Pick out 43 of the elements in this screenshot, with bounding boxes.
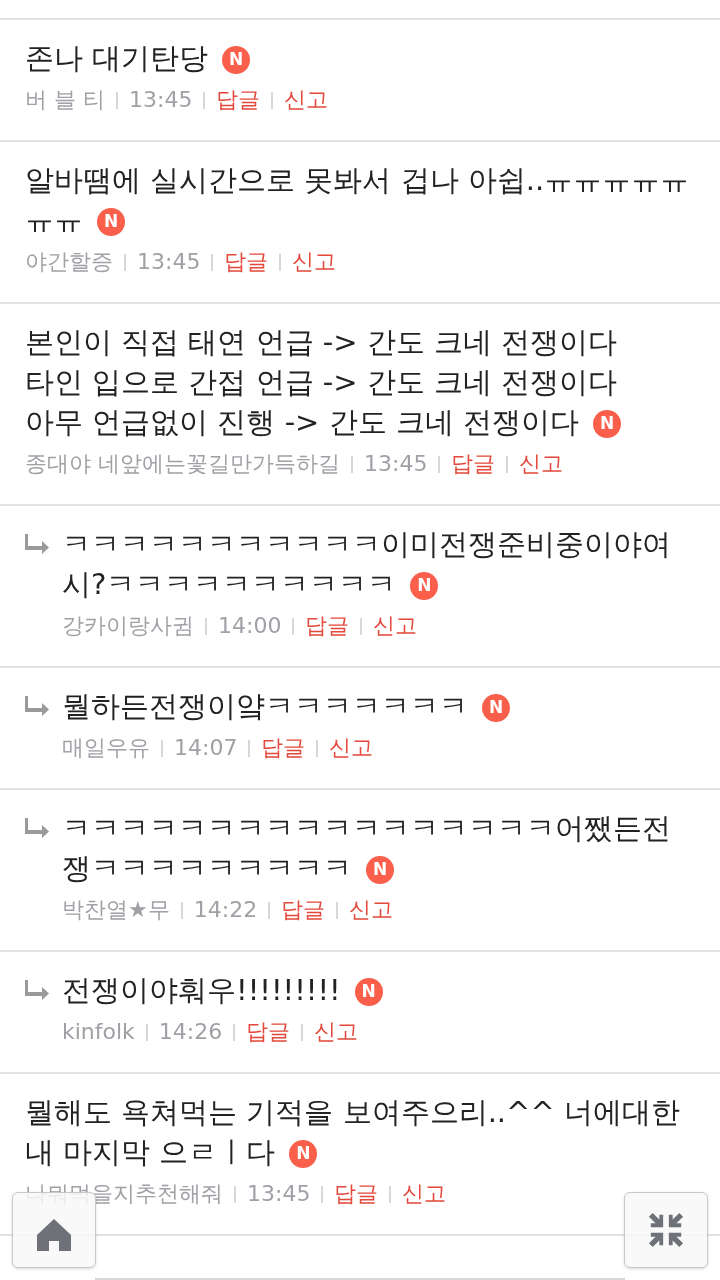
comment-text: 뭘하든전쟁이얔ㅋㅋㅋㅋㅋㅋㅋ N [62, 686, 695, 726]
author-name: 박찬열★무 [62, 896, 170, 924]
author-name: 버 블 티 [25, 86, 105, 114]
comment-time: 13:45 [137, 248, 201, 276]
comment-text: 알바땜에 실시간으로 못봐서 겁나 아쉽..ㅠㅠㅠㅠㅠㅠㅠ N [25, 162, 691, 239]
comment-action-link[interactable]: 답글 [305, 611, 350, 641]
collapse-icon [647, 1211, 685, 1249]
comment-action-link[interactable]: 신고 [373, 611, 418, 641]
comment-action-link[interactable]: 신고 [284, 85, 329, 115]
comment-action-link[interactable]: 신고 [314, 1017, 359, 1047]
comment-action-link[interactable]: 답글 [246, 1017, 291, 1047]
comment-action-link[interactable]: 답글 [334, 1179, 379, 1209]
comment-text: 뭘해도 욕쳐먹는 기적을 보여주으리..^^ 너에대한 내 마지막 으ㄹㅣ다 N [25, 1094, 681, 1171]
comment-action-link[interactable]: 신고 [402, 1179, 447, 1209]
author-name: 강카이랑사귐 [62, 612, 194, 640]
collapse-button[interactable] [624, 1192, 708, 1268]
comment-action-link[interactable]: 답글 [216, 85, 261, 115]
comment-action-link[interactable]: 신고 [292, 247, 337, 277]
comment-time: 14:22 [193, 896, 258, 924]
comment-time: 13:45 [129, 86, 193, 114]
comment-action-link[interactable]: 답글 [261, 733, 306, 763]
home-icon [36, 1217, 72, 1253]
author-name: 종대야 네앞에는꽃길만가득하길 [25, 450, 340, 478]
comment-action-link[interactable]: 답글 [281, 895, 326, 925]
author-name: 야간할증 [25, 248, 113, 276]
comment-action-link[interactable]: 신고 [349, 895, 394, 925]
comment-action-link[interactable]: 신고 [519, 449, 564, 479]
comment-text: ㅋㅋㅋㅋㅋㅋㅋㅋㅋㅋㅋ이미전쟁준비중이야여시?ㅋㅋㅋㅋㅋㅋㅋㅋㅋㅋ N [62, 526, 672, 603]
comment-text: 존나 대기탄당 N [25, 38, 695, 78]
comment-time: 13:45 [364, 450, 428, 478]
comment-time: 14:26 [158, 1018, 223, 1046]
author-name: kinfolk [62, 1018, 135, 1046]
comment-action-link[interactable]: 신고 [329, 733, 374, 763]
author-name: 나뭐먹을지추천해줘 [25, 1180, 223, 1208]
comment-text: 본인이 직접 태연 언급 -> 간도 크네 전쟁이다 타인 입으로 간접 언급 -> 간도 크네 전쟁이다 아무 언급없이 진행 -> 간도 크네 전쟁이다 N [25, 322, 695, 442]
author-name: 매일우유 [62, 734, 150, 762]
comment-text: ㅋㅋㅋㅋㅋㅋㅋㅋㅋㅋㅋㅋㅋㅋㅋㅋㅋ어쨌든전쟁ㅋㅋㅋㅋㅋㅋㅋㅋㅋ N [62, 810, 672, 887]
comment-time: 14:00 [218, 612, 282, 640]
comment-time: 13:45 [247, 1180, 311, 1208]
comment-time: 14:07 [174, 734, 238, 762]
comment-action-link[interactable]: 답글 [224, 247, 269, 277]
comment-text: 전쟁이야훠우!!!!!!!!! N [62, 970, 695, 1010]
comment-action-link[interactable]: 답글 [451, 449, 496, 479]
